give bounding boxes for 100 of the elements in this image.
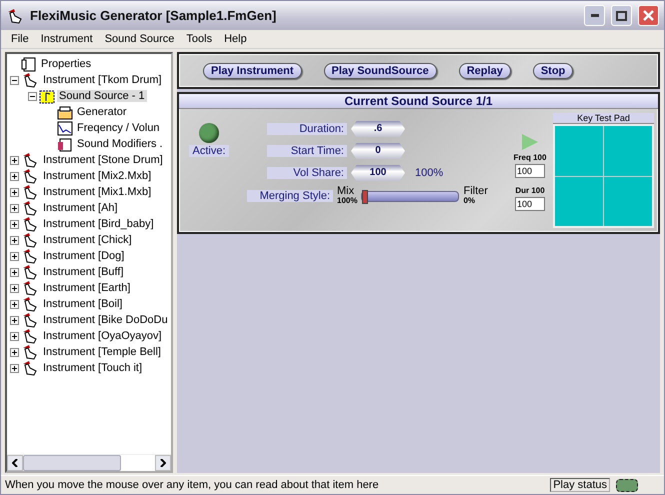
menu-item[interactable]: File <box>5 33 35 45</box>
expand-icon[interactable] <box>10 220 19 228</box>
field-label: Duration: <box>267 123 347 135</box>
spin-field[interactable]: .6 <box>351 121 405 137</box>
menu-item[interactable]: Tools <box>180 33 218 45</box>
hand-icon <box>21 328 39 344</box>
tree-item[interactable]: Instrument [Buff] <box>41 266 126 278</box>
toolbar-button[interactable]: Play Instrument <box>203 62 302 78</box>
field-label: Start Time: <box>267 145 347 157</box>
play-status-label: Play status <box>550 478 610 492</box>
tree-item[interactable]: Instrument [Earth] <box>41 282 132 294</box>
hand-icon <box>21 296 39 312</box>
tree-item[interactable]: Instrument [Tkom Drum] <box>41 74 164 86</box>
folder-icon <box>57 104 73 120</box>
freq-reading: Freq 100 <box>514 153 546 162</box>
spin-field[interactable]: 100 <box>351 165 405 181</box>
field-label: Merging Style: <box>247 190 333 202</box>
field-note: 100% <box>415 167 444 179</box>
note-icon <box>39 88 55 104</box>
pad-title: Key Test Pad <box>553 113 654 124</box>
expand-icon[interactable] <box>10 236 19 244</box>
filter-value: 0% <box>463 196 476 205</box>
hand-icon <box>21 360 39 376</box>
window-title: FlexiMusic Generator [Sample1.FmGen] <box>30 8 278 23</box>
spin-field[interactable]: 0 <box>351 143 405 159</box>
tree-item[interactable]: Instrument [Dog] <box>41 250 126 262</box>
tree-item[interactable]: Instrument [Mix2.Mxb] <box>41 170 154 182</box>
tree-item[interactable]: Sound Source - 1 <box>57 90 147 102</box>
mix-label: Mix <box>337 187 356 196</box>
tree-item[interactable]: Freqency / Volun <box>75 122 162 134</box>
close-icon <box>643 10 654 21</box>
hand-icon <box>21 72 39 88</box>
expand-icon[interactable] <box>10 332 19 340</box>
expand-icon[interactable] <box>10 252 19 260</box>
freq-input[interactable]: 100 <box>515 164 545 178</box>
slider-thumb[interactable] <box>362 190 368 204</box>
hand-icon <box>21 184 39 200</box>
tree-item[interactable]: Sound Modifiers . <box>75 138 165 150</box>
maximize-button[interactable] <box>611 5 632 26</box>
mix-value: 100% <box>337 196 358 205</box>
hand-icon <box>21 152 39 168</box>
hand-icon <box>6 8 24 24</box>
clipboard-icon <box>57 136 73 152</box>
menu-item[interactable]: Sound Source <box>98 33 180 45</box>
hand-icon <box>21 216 39 232</box>
hand-icon <box>21 280 39 296</box>
collapse-icon[interactable] <box>10 76 19 84</box>
hand-icon <box>21 312 39 328</box>
dur-input[interactable]: 100 <box>515 197 545 211</box>
filter-label: Filter <box>463 187 488 196</box>
tree-item[interactable]: Generator <box>75 106 129 118</box>
play-icon <box>521 133 539 151</box>
tree-item[interactable]: Instrument [Bird_baby] <box>41 218 156 230</box>
document-icon <box>21 56 37 72</box>
tree-item[interactable]: Instrument [Ah] <box>41 202 120 214</box>
active-label: Active: <box>189 145 228 157</box>
toolbar-button[interactable]: Replay <box>458 62 511 78</box>
hand-icon <box>21 264 39 280</box>
play-status-lamp <box>616 478 638 492</box>
graph-icon <box>57 120 73 136</box>
maximize-icon <box>616 10 627 20</box>
minimize-button[interactable] <box>584 5 605 26</box>
tree-item[interactable]: Instrument [Mix1.Mxb] <box>41 186 154 198</box>
tree-item[interactable]: Instrument [Stone Drum] <box>41 154 165 166</box>
toolbar-button[interactable]: Stop <box>532 62 574 78</box>
expand-icon[interactable] <box>10 172 19 180</box>
panel-title: Current Sound Source 1/1 <box>179 94 658 109</box>
expand-icon[interactable] <box>10 204 19 212</box>
toolbar-button[interactable]: Play SoundSource <box>324 62 437 78</box>
expand-icon[interactable] <box>10 284 19 292</box>
merging-slider[interactable] <box>361 190 460 202</box>
expand-icon[interactable] <box>10 188 19 196</box>
expand-icon[interactable] <box>10 300 19 308</box>
horizontal-scrollbar[interactable] <box>7 454 171 471</box>
expand-icon[interactable] <box>10 316 19 324</box>
minimize-icon <box>590 14 598 17</box>
hand-icon <box>21 232 39 248</box>
expand-icon[interactable] <box>10 364 19 372</box>
hand-icon <box>21 248 39 264</box>
close-button[interactable] <box>638 5 659 26</box>
tree-item[interactable]: Properties <box>39 58 94 70</box>
tree-item[interactable]: Instrument [Temple Bell] <box>41 346 163 358</box>
status-message: When you move the mouse over any item, you can read about that item here <box>5 479 380 491</box>
expand-icon[interactable] <box>10 268 19 276</box>
tree-item[interactable]: Instrument [OyaOyayov] <box>41 330 164 342</box>
menu-item[interactable]: Instrument <box>34 33 99 45</box>
expand-icon[interactable] <box>10 156 19 164</box>
tree-item[interactable]: Instrument [Boil] <box>41 298 124 310</box>
field-label: Vol Share: <box>267 167 347 179</box>
menu-item[interactable]: Help <box>218 33 253 45</box>
collapse-icon[interactable] <box>28 92 37 100</box>
hand-icon <box>21 344 39 360</box>
tree-item[interactable]: Instrument [Chick] <box>41 234 134 246</box>
hand-icon <box>21 200 39 216</box>
tree-item[interactable]: Instrument [Bike DoDoDu <box>41 314 170 326</box>
expand-icon[interactable] <box>10 348 19 356</box>
hand-icon <box>21 168 39 184</box>
dur-reading: Dur 100 <box>515 186 545 195</box>
status-lamp <box>199 123 219 143</box>
tree-item[interactable]: Instrument [Touch it] <box>41 362 144 374</box>
